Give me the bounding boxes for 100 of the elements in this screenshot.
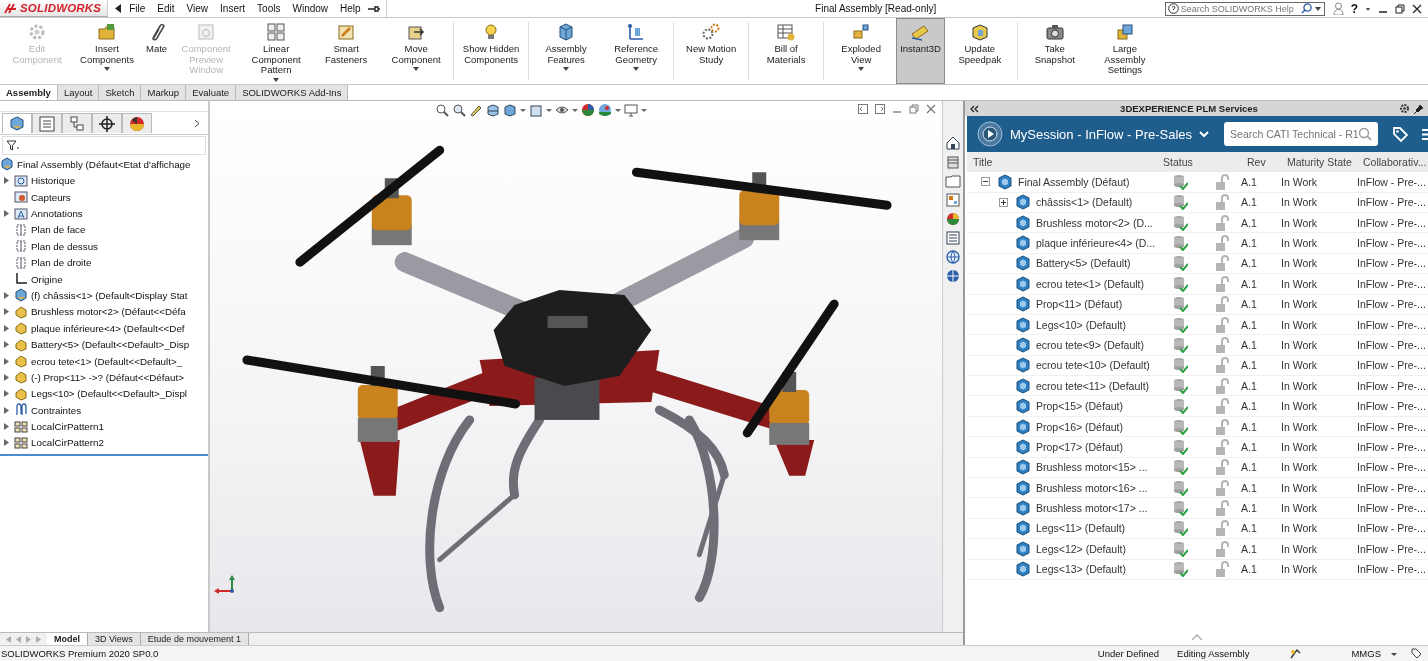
tree-item-label[interactable]: Capteurs: [31, 191, 71, 203]
color-ball-icon[interactable]: [945, 211, 961, 228]
monitor-icon[interactable]: [624, 103, 638, 118]
ribbon-button[interactable]: Mate: [142, 18, 172, 84]
tree-item-label[interactable]: Origine: [31, 273, 63, 285]
tree-item-label[interactable]: Contraintes: [31, 404, 82, 416]
tree-item-label[interactable]: Legs<10> (Default<<Default>_Displ: [31, 388, 188, 400]
restore-icon[interactable]: [1395, 3, 1405, 14]
search-icon[interactable]: [1300, 3, 1312, 14]
menu-item[interactable]: Insert: [215, 2, 251, 15]
caret-icon[interactable]: [641, 107, 647, 114]
tree-item-label[interactable]: Plan de droite: [31, 257, 92, 269]
table-cell[interactable]: Prop<16> (Défaut): [1036, 420, 1123, 433]
folder-icon[interactable]: [945, 173, 961, 190]
tree-item-label[interactable]: (f) châssis<1> (Default<Display Stat: [31, 289, 188, 301]
globe-icon[interactable]: [945, 268, 961, 285]
double-chevron-left-icon[interactable]: [969, 104, 979, 113]
command-tab[interactable]: SOLIDWORKS Add-Ins: [236, 85, 349, 101]
cube-icon[interactable]: [503, 103, 517, 118]
zoom-area-icon[interactable]: [452, 103, 466, 118]
session-title[interactable]: MySession - InFlow - Pre-Sales: [1010, 126, 1193, 142]
menu-item[interactable]: View: [181, 2, 214, 15]
table-cell[interactable]: châssis<1> (Default): [1036, 196, 1133, 209]
table-cell[interactable]: ecrou tete<10> (Default): [1036, 359, 1150, 372]
tree-item-label[interactable]: Plan de dessus: [31, 240, 98, 252]
table-cell[interactable]: Brushless motor<2> (D...: [1036, 216, 1153, 229]
panel-tab[interactable]: [92, 113, 122, 134]
pin-icon[interactable]: [367, 4, 380, 13]
menu-item[interactable]: File: [124, 2, 151, 15]
expand-arrow-icon[interactable]: [4, 291, 9, 299]
ribbon-button[interactable]: Insert Components: [72, 18, 142, 84]
table-cell[interactable]: ecrou tete<11> (Default): [1036, 379, 1150, 392]
panel-left-icon[interactable]: [858, 104, 868, 115]
panel-tab[interactable]: [122, 113, 152, 134]
table-cell[interactable]: Final Assembly (Défaut): [1018, 175, 1130, 188]
menu-item[interactable]: Help: [335, 2, 366, 15]
command-tab[interactable]: Markup: [141, 85, 187, 101]
table-cell[interactable]: Legs<10> (Default): [1036, 318, 1126, 331]
pencil-icon[interactable]: [469, 103, 483, 118]
ribbon-button[interactable]: Large Assembly Settings: [1089, 18, 1160, 84]
ribbon-button[interactable]: Update Speedpak: [944, 18, 1015, 84]
column-header[interactable]: Status: [1157, 156, 1203, 169]
table-cell[interactable]: ecrou tete<1> (Default): [1036, 277, 1144, 290]
tree-item-label[interactable]: Plan de face: [31, 224, 86, 236]
rebuild-icon[interactable]: [1289, 647, 1302, 660]
tree-item-label[interactable]: Annotations: [31, 208, 83, 219]
units-selector[interactable]: MMGS: [1351, 648, 1381, 660]
tree-item-label[interactable]: plaque inférieure<4> (Default<<Def: [31, 322, 185, 334]
table-cell[interactable]: plaque inférieure<4> (D...: [1036, 237, 1156, 249]
ribbon-button[interactable]: Linear Component Pattern: [241, 18, 312, 84]
caret-icon[interactable]: [615, 107, 621, 114]
restore-icon[interactable]: [909, 104, 919, 115]
search-icon[interactable]: [1358, 127, 1373, 142]
table-cell[interactable]: Legs<13> (Default): [1036, 563, 1126, 576]
table-cell[interactable]: Brushless motor<15> ...: [1036, 461, 1148, 474]
menu-item[interactable]: Edit: [152, 2, 180, 15]
view-tab[interactable]: Etude de mouvement 1: [140, 633, 249, 646]
ribbon-button[interactable]: Move Component: [381, 18, 452, 84]
collapse-icon[interactable]: [981, 177, 990, 187]
ribbon-button[interactable]: Assembly Features: [531, 18, 602, 84]
column-header[interactable]: Maturity State: [1281, 156, 1357, 169]
search-field[interactable]: Search CATI Technical - R1: [1224, 122, 1379, 147]
scene-icon[interactable]: [598, 103, 612, 118]
tag-icon[interactable]: [1411, 648, 1422, 660]
user-icon[interactable]: [1332, 2, 1344, 15]
view-tab[interactable]: 3D Views: [88, 633, 141, 646]
column-header[interactable]: Title: [967, 156, 1157, 169]
command-tab[interactable]: Evaluate: [186, 85, 237, 101]
tree-item-label[interactable]: Historique: [31, 175, 76, 187]
section-cube-icon[interactable]: [486, 103, 500, 118]
caret-icon[interactable]: [520, 107, 526, 114]
view-tab[interactable]: Model: [47, 633, 88, 646]
expand-arrow-icon[interactable]: [4, 177, 9, 185]
view-grid-icon[interactable]: [945, 192, 961, 209]
ribbon-button[interactable]: New Motion Study: [676, 18, 747, 84]
caret-icon[interactable]: [1391, 650, 1397, 657]
tree-item-label[interactable]: LocalCirPattern1: [31, 421, 104, 433]
table-cell[interactable]: Legs<12> (Default): [1036, 542, 1126, 555]
chevron-right-icon[interactable]: [194, 118, 200, 128]
help-search-field[interactable]: Search SOLIDWORKS Help: [1164, 1, 1325, 16]
list-icon[interactable]: [945, 230, 961, 247]
close-icon[interactable]: [1412, 3, 1422, 14]
ribbon-button[interactable]: Reference Geometry: [601, 18, 672, 84]
ribbon-button[interactable]: Take Snapshot: [1019, 18, 1090, 84]
table-cell[interactable]: Battery<5> (Default): [1036, 257, 1131, 270]
menu-item[interactable]: Window: [287, 2, 334, 15]
chevron-down-icon[interactable]: [1199, 130, 1210, 138]
caret-icon[interactable]: [572, 107, 578, 114]
ribbon-button[interactable]: Smart Fasteners: [311, 18, 382, 84]
table-cell[interactable]: Brushless motor<17> ...: [1036, 502, 1148, 515]
column-header[interactable]: Rev: [1241, 156, 1281, 169]
table-cell[interactable]: ecrou tete<9> (Default): [1036, 338, 1144, 351]
zoom-icon[interactable]: [435, 103, 449, 118]
compass-logo-icon[interactable]: [977, 121, 1003, 148]
ribbon-button[interactable]: Instant3D: [896, 18, 945, 84]
tree-item-label[interactable]: Brushless motor<2> (Défaut<<Défa: [31, 306, 186, 318]
help-button[interactable]: ?: [1350, 1, 1358, 16]
table-cell[interactable]: Prop<17> (Défaut): [1036, 440, 1123, 453]
expand-icon[interactable]: [999, 197, 1008, 207]
search-input[interactable]: Search CATI Technical - R1: [1230, 128, 1359, 141]
